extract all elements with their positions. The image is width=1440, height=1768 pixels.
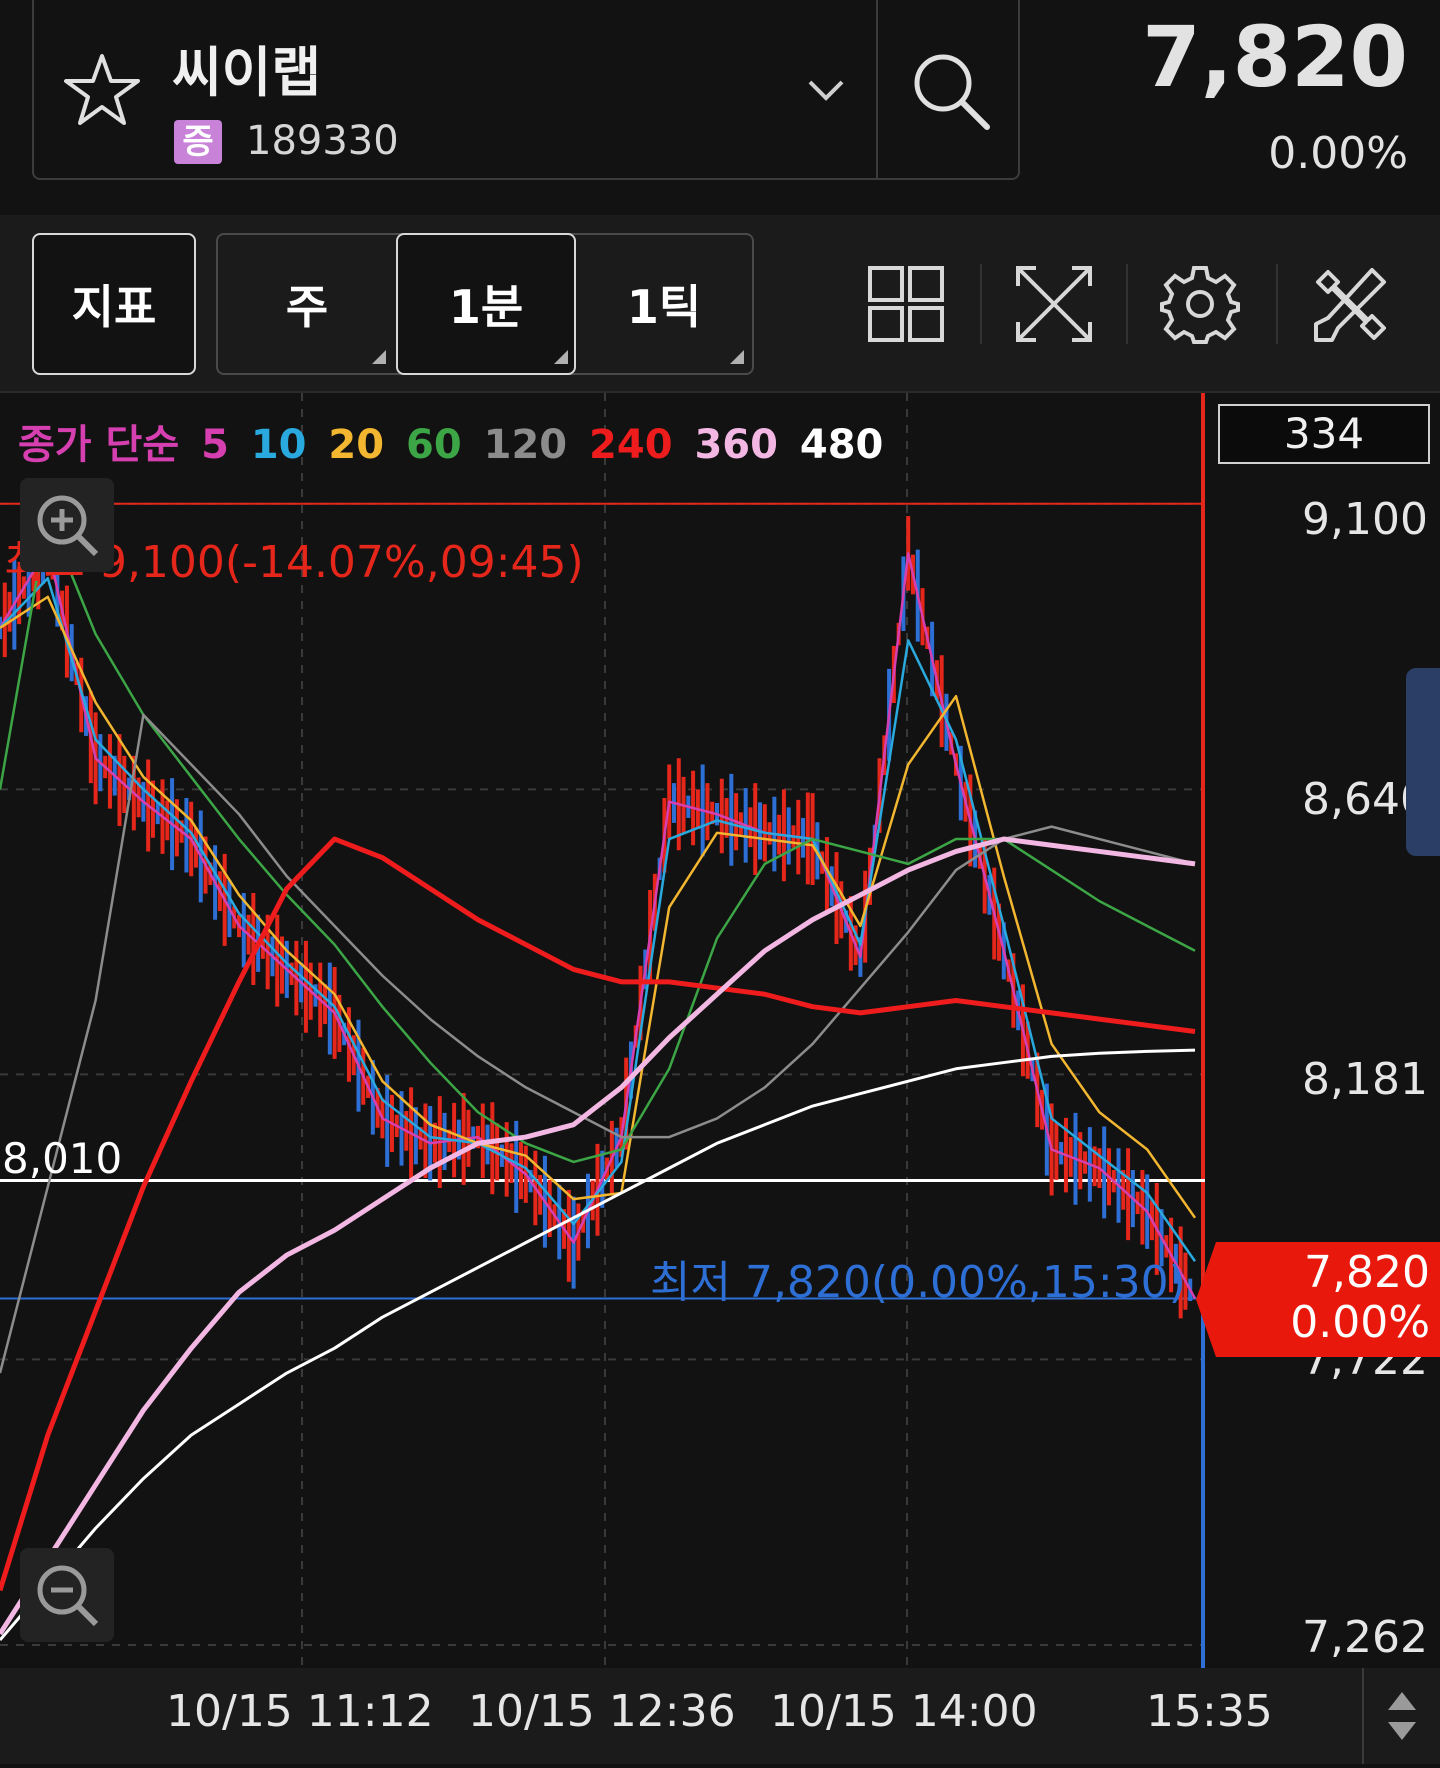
favorite-star-icon[interactable] <box>62 50 142 130</box>
axis-scroll-control[interactable] <box>1362 1668 1440 1764</box>
tools-icon[interactable] <box>1308 262 1392 346</box>
period-week-button[interactable]: 주 <box>218 235 396 373</box>
market-badge: 증 <box>174 120 222 164</box>
zoom-in-icon <box>37 495 99 557</box>
period-week-label: 주 <box>285 280 329 334</box>
zoom-out-button[interactable] <box>20 1548 114 1642</box>
current-change-tag-value: 0.00% <box>1290 1297 1430 1348</box>
period-1min-label: 1분 <box>448 280 524 334</box>
period-1tick-button[interactable]: 1틱 <box>576 235 752 373</box>
stock-code: 189330 <box>246 118 399 164</box>
up-down-arrows-icon <box>1388 1692 1416 1740</box>
x-axis-label: 10/15 12:36 <box>468 1686 736 1737</box>
toolbar-divider <box>1276 264 1278 344</box>
chevron-down-icon[interactable] <box>806 70 846 110</box>
toolbar-divider <box>980 264 982 344</box>
legend-ma-60: 60 <box>392 422 462 468</box>
legend-ma-360: 360 <box>680 422 778 468</box>
dropdown-corner-icon <box>554 350 568 364</box>
legend-ma-240: 240 <box>575 422 673 468</box>
low-price-label: 최저 7,820(0.00%,15:30) <box>650 1257 1186 1308</box>
legend-ma-120: 120 <box>469 422 568 468</box>
x-axis-label: 10/15 14:00 <box>770 1686 1038 1737</box>
y-axis-label: 7,262 <box>1302 1612 1428 1663</box>
x-axis-label: 15:35 <box>1146 1686 1273 1737</box>
legend-items: 5 10 20 60 120 240 360 480 <box>187 422 891 468</box>
fullscreen-icon[interactable] <box>1012 262 1096 346</box>
x-axis-label: 10/15 11:12 <box>166 1686 434 1737</box>
zoom-out-icon <box>37 1565 99 1627</box>
toolbar-divider <box>1126 264 1128 344</box>
stock-name: 씨이랩 <box>172 41 322 104</box>
current-price-tag: 7,820 0.00% <box>1196 1242 1440 1357</box>
period-1tick-label: 1틱 <box>626 280 702 334</box>
header-divider <box>876 0 878 180</box>
zoom-in-button[interactable] <box>20 478 114 572</box>
period-1min-button[interactable]: 1분 <box>396 233 576 375</box>
legend-ma-5: 5 <box>187 422 229 468</box>
dropdown-corner-icon <box>730 350 744 364</box>
legend-prefix: 종가 단순 <box>18 422 180 468</box>
search-icon[interactable] <box>905 45 995 135</box>
dropdown-corner-icon <box>372 350 386 364</box>
y-axis-label: 9,100 <box>1302 494 1428 545</box>
current-price-tag-value: 7,820 <box>1304 1247 1430 1298</box>
indicator-button[interactable]: 지표 <box>32 233 196 375</box>
y-axis-label: 8,181 <box>1302 1054 1428 1105</box>
side-panel-tab[interactable] <box>1406 668 1440 856</box>
volume-value: 334 <box>1218 404 1430 464</box>
settings-gear-icon[interactable] <box>1158 262 1242 346</box>
legend-ma-480: 480 <box>785 422 884 468</box>
reference-line-label: 8,010 <box>2 1134 123 1183</box>
legend-ma-10: 10 <box>236 422 307 468</box>
ma-legend: 종가 단순 5 10 20 60 120 240 360 480 <box>18 412 899 470</box>
legend-ma-20: 20 <box>314 422 385 468</box>
current-price: 7,820 <box>1142 8 1408 106</box>
layout-grid-icon[interactable] <box>864 262 948 346</box>
price-change-pct: 0.00% <box>1268 128 1408 179</box>
